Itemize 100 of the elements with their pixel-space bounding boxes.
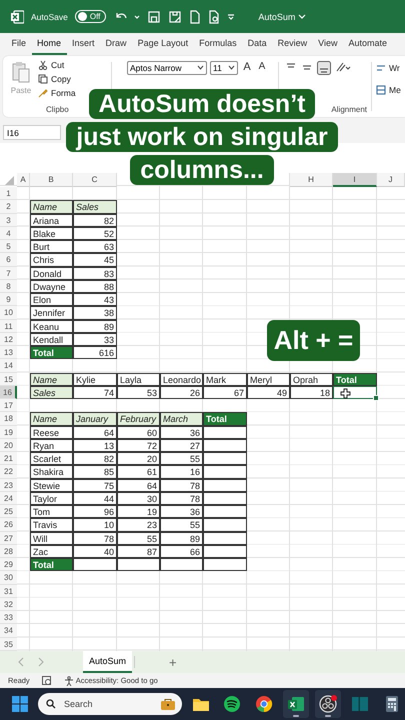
- table-cell[interactable]: [203, 505, 247, 518]
- table-cell[interactable]: [117, 558, 160, 572]
- table-cell[interactable]: Reese: [30, 426, 73, 439]
- row-header[interactable]: 31: [0, 584, 17, 598]
- save-icon[interactable]: [147, 10, 162, 24]
- macro-record-icon[interactable]: [42, 676, 52, 686]
- table-cell[interactable]: Elon: [30, 293, 73, 306]
- grow-font-button[interactable]: A: [241, 61, 253, 73]
- table-cell[interactable]: Taylor: [30, 492, 73, 505]
- table-cell[interactable]: 20: [117, 452, 160, 466]
- table-cell[interactable]: 27: [160, 438, 203, 452]
- row-header[interactable]: 27: [0, 532, 17, 545]
- table-cell[interactable]: 64: [117, 478, 160, 492]
- orientation-icon[interactable]: [335, 61, 351, 73]
- search-input[interactable]: Search: [62, 698, 154, 710]
- table-cell[interactable]: 66: [160, 544, 203, 558]
- row-header[interactable]: 24: [0, 492, 17, 505]
- row-header[interactable]: 12: [0, 332, 17, 346]
- table-cell[interactable]: March: [160, 412, 203, 426]
- document-title[interactable]: AutoSum: [258, 12, 306, 22]
- row-header[interactable]: 29: [0, 558, 17, 572]
- table-cell[interactable]: Donald: [30, 266, 73, 280]
- table-cell[interactable]: 23: [117, 518, 160, 532]
- menu-tab[interactable]: Formulas: [194, 33, 242, 55]
- table-cell[interactable]: 45: [73, 253, 117, 266]
- table-cell[interactable]: Keanu: [30, 320, 73, 333]
- row-header[interactable]: 30: [0, 571, 17, 584]
- table-cell[interactable]: Ryan: [30, 438, 73, 452]
- row-header[interactable]: 26: [0, 518, 17, 532]
- row-header[interactable]: 33: [0, 611, 17, 624]
- table-cell[interactable]: 88: [73, 280, 117, 293]
- table-cell[interactable]: 26: [160, 386, 203, 399]
- table-cell[interactable]: 30: [117, 492, 160, 505]
- row-header[interactable]: 34: [0, 624, 17, 638]
- table-cell[interactable]: 36: [160, 426, 203, 439]
- add-sheet-button[interactable]: +: [169, 654, 177, 670]
- table-cell[interactable]: 16: [160, 465, 203, 478]
- name-box[interactable]: I16: [3, 124, 61, 140]
- table-cell[interactable]: Jennifer: [30, 306, 73, 320]
- menu-tab[interactable]: Automate: [343, 33, 393, 55]
- table-cell[interactable]: [203, 465, 247, 478]
- table-cell[interactable]: Kendall: [30, 332, 73, 346]
- table-cell[interactable]: 19: [117, 505, 160, 518]
- table-cell[interactable]: 38: [73, 306, 117, 320]
- recording-app-icon[interactable]: [318, 694, 338, 714]
- row-header[interactable]: 17: [0, 399, 17, 412]
- table-cell[interactable]: Total: [333, 372, 377, 386]
- table-cell[interactable]: 89: [160, 532, 203, 545]
- table-cell[interactable]: 36: [160, 505, 203, 518]
- column-header[interactable]: I: [333, 173, 377, 187]
- sheet-tab[interactable]: AutoSum: [83, 651, 132, 673]
- column-header[interactable]: H: [290, 173, 333, 187]
- row-header[interactable]: 32: [0, 598, 17, 611]
- cut-button[interactable]: Cut: [38, 60, 76, 70]
- table-cell[interactable]: 78: [160, 492, 203, 505]
- table-cell[interactable]: 55: [117, 532, 160, 545]
- table-cell[interactable]: [203, 492, 247, 505]
- row-header[interactable]: 15: [0, 372, 17, 386]
- table-cell[interactable]: Scarlet: [30, 452, 73, 466]
- table-cell[interactable]: [333, 386, 377, 399]
- merge-button[interactable]: Me: [376, 85, 405, 95]
- table-cell[interactable]: 52: [73, 226, 117, 240]
- shrink-font-button[interactable]: A: [256, 61, 268, 72]
- column-header[interactable]: J: [377, 173, 405, 187]
- table-cell[interactable]: 55: [160, 518, 203, 532]
- table-cell[interactable]: Layla: [117, 372, 160, 386]
- menu-tab[interactable]: Insert: [66, 33, 100, 55]
- table-cell[interactable]: Leonardo: [160, 372, 203, 386]
- table-cell[interactable]: 64: [73, 426, 117, 439]
- spreadsheet-app-icon[interactable]: [286, 694, 306, 714]
- table-cell[interactable]: 33: [73, 332, 117, 346]
- table-cell[interactable]: Kylie: [73, 372, 117, 386]
- row-header[interactable]: 28: [0, 544, 17, 558]
- table-cell[interactable]: Chris: [30, 253, 73, 266]
- save-as-icon[interactable]: [168, 10, 182, 24]
- table-cell[interactable]: Meryl: [247, 372, 290, 386]
- table-cell[interactable]: 616: [73, 346, 117, 360]
- table-cell[interactable]: Total: [30, 558, 73, 572]
- align-bottom-icon[interactable]: [317, 61, 331, 75]
- table-cell[interactable]: Tom: [30, 505, 73, 518]
- row-header[interactable]: 2: [0, 200, 17, 214]
- table-cell[interactable]: [203, 426, 247, 439]
- table-cell[interactable]: Dwayne: [30, 280, 73, 293]
- table-cell[interactable]: Total: [30, 346, 73, 360]
- table-cell[interactable]: Stewie: [30, 478, 73, 492]
- table-cell[interactable]: [203, 438, 247, 452]
- table-cell[interactable]: February: [117, 412, 160, 426]
- new-file-icon[interactable]: [189, 10, 202, 24]
- row-header[interactable]: 3: [0, 214, 17, 227]
- table-cell[interactable]: Ariana: [30, 214, 73, 227]
- row-header[interactable]: 1: [0, 187, 17, 200]
- table-cell[interactable]: 82: [73, 214, 117, 227]
- table-cell[interactable]: 72: [117, 438, 160, 452]
- table-cell[interactable]: Name: [30, 372, 73, 386]
- menu-tab[interactable]: Draw: [100, 33, 132, 55]
- table-cell[interactable]: Name: [30, 200, 73, 214]
- table-cell[interactable]: Sales: [30, 386, 73, 399]
- sound-waves-icon[interactable]: [222, 694, 242, 714]
- table-cell[interactable]: Blake: [30, 226, 73, 240]
- row-header[interactable]: 20: [0, 438, 17, 452]
